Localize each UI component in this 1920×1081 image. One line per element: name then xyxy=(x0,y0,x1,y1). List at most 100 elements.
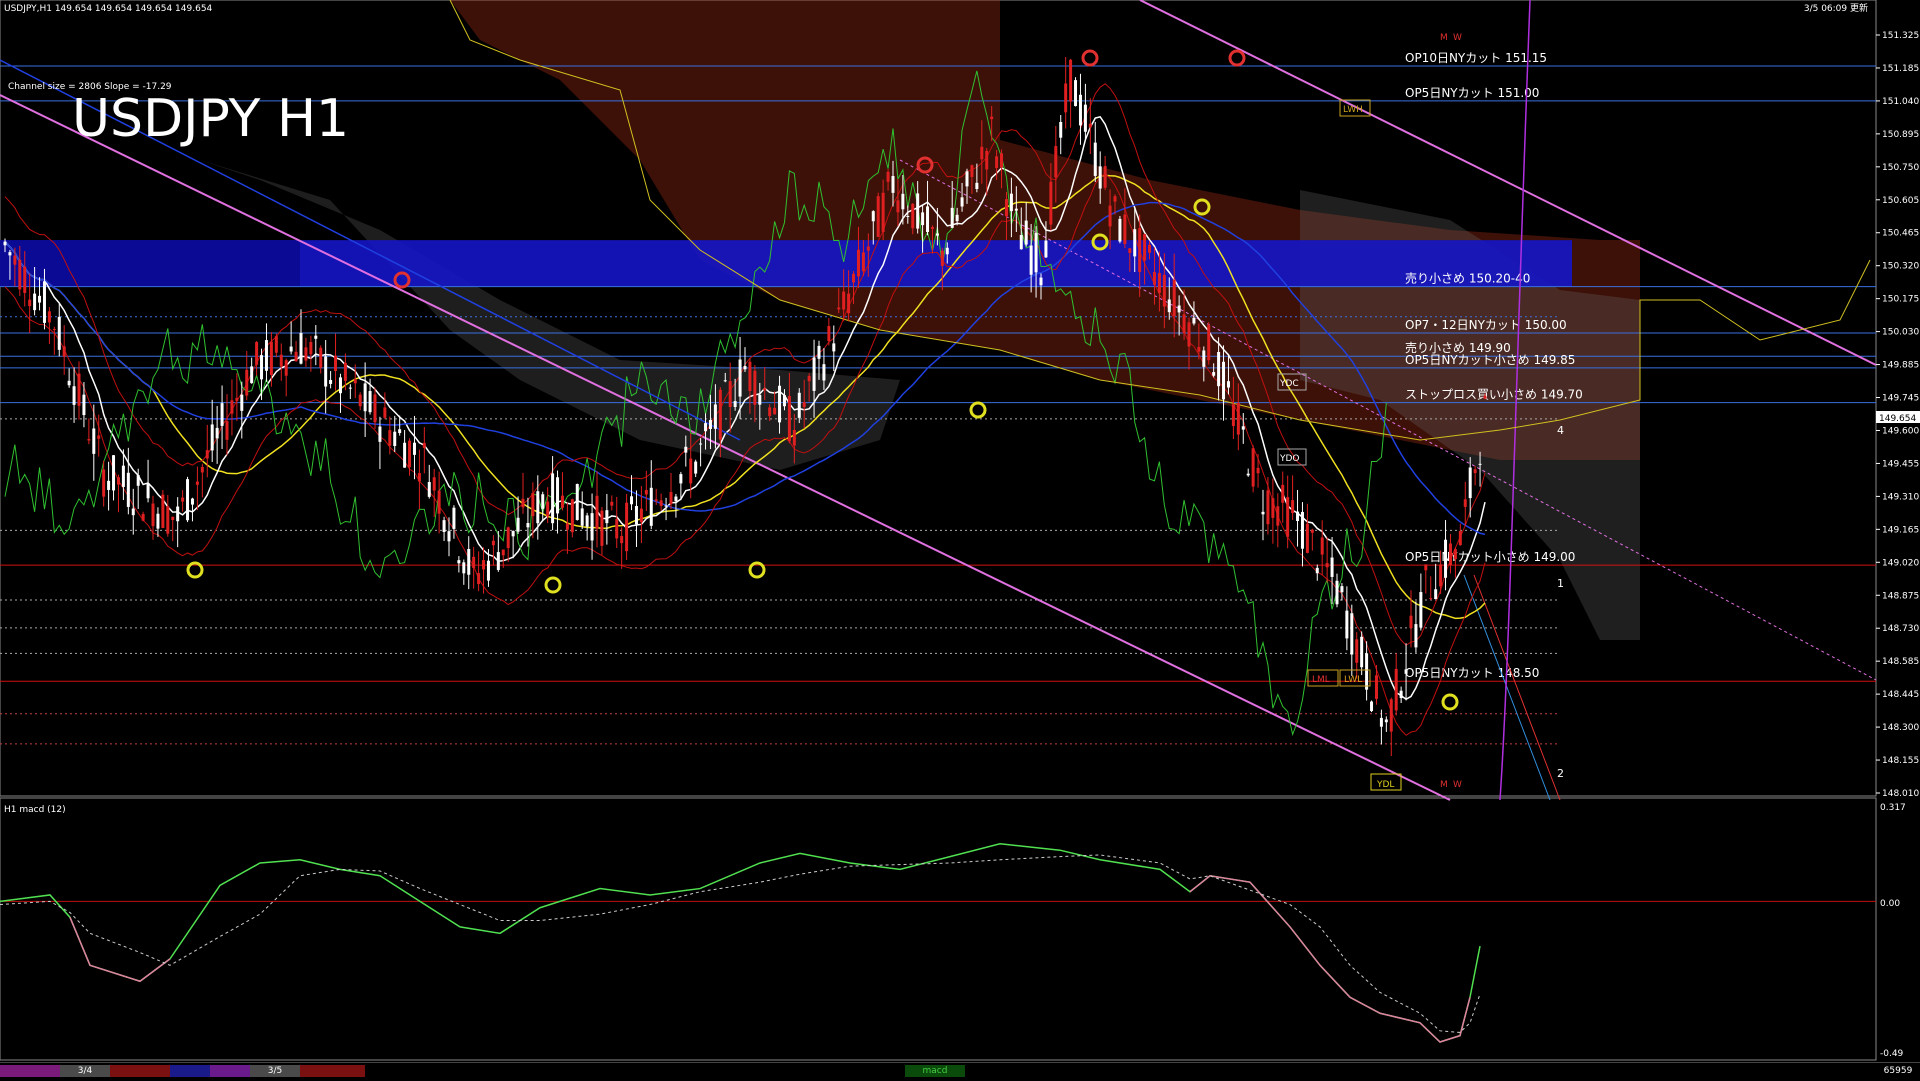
candle-body xyxy=(1212,372,1216,376)
candle-body xyxy=(1088,123,1092,128)
candle-body xyxy=(881,192,885,232)
wave-label-1: 1 xyxy=(1557,577,1564,590)
candle-body xyxy=(491,540,495,546)
candle-body xyxy=(570,499,574,533)
price-tick-label: 148.155 xyxy=(1882,756,1919,766)
candle-body xyxy=(506,527,510,549)
candle-body xyxy=(768,407,772,417)
candle-body xyxy=(47,311,51,323)
candle-body xyxy=(827,326,831,342)
price-tick-label: 149.165 xyxy=(1882,525,1919,535)
candle-body xyxy=(408,440,412,468)
candle-body xyxy=(77,373,81,406)
candle-body xyxy=(260,355,264,380)
candle-body xyxy=(856,249,860,277)
candle-body xyxy=(1113,196,1117,202)
macd-panel-frame xyxy=(0,797,1877,1061)
candle-body xyxy=(1458,531,1462,546)
indicator-tab-macd[interactable]: macd xyxy=(905,1065,965,1077)
candle-body xyxy=(1128,248,1132,253)
candle-body xyxy=(1059,122,1063,138)
candle-body xyxy=(950,207,954,228)
price-tick-label: 148.010 xyxy=(1882,789,1919,799)
bottom-bar: 3/4 3/5 macd 65959 xyxy=(0,1062,1920,1081)
candle-body xyxy=(1330,557,1334,577)
price-tick-label: 149.310 xyxy=(1882,492,1919,502)
candle-body xyxy=(980,146,984,160)
price-tick-label: 150.895 xyxy=(1882,130,1919,140)
candle-body xyxy=(1044,240,1048,258)
candle-body xyxy=(131,508,135,516)
period-tab-5[interactable] xyxy=(210,1065,250,1077)
candle-body xyxy=(773,407,777,415)
candle-body xyxy=(654,499,658,501)
candle-body xyxy=(733,401,737,408)
chart-window[interactable]: OP10日NYカット 151.15 OP5日NYカット 151.00 売り小さめ 1… xyxy=(0,0,1920,1081)
candle-body xyxy=(871,211,875,222)
candle-body xyxy=(18,259,22,290)
candle-body xyxy=(1310,529,1314,533)
candle-body xyxy=(1355,639,1359,663)
period-tab-date1[interactable]: 3/4 xyxy=(60,1065,110,1077)
candle-body xyxy=(526,522,530,528)
period-tab-1[interactable] xyxy=(0,1065,60,1077)
candle-body xyxy=(782,395,786,407)
candle-body xyxy=(13,255,17,265)
candle-body xyxy=(565,523,569,530)
candle-body xyxy=(556,477,560,514)
candle-body xyxy=(763,388,767,391)
candle-body xyxy=(477,573,481,585)
candle-body xyxy=(1182,314,1186,334)
candle-body xyxy=(689,458,693,484)
candle-body xyxy=(1138,228,1142,272)
candle-body xyxy=(1118,218,1122,242)
price-chart[interactable]: OP10日NYカット 151.15 OP5日NYカット 151.00 売り小さめ 1… xyxy=(0,0,1920,1062)
candle-body xyxy=(684,446,688,453)
chart-datetime: 3/5 06:09 更新 xyxy=(1804,2,1868,14)
candle-body xyxy=(1384,719,1388,723)
m-label-bottom: M xyxy=(1440,780,1448,790)
candle-body xyxy=(590,513,594,541)
candle-body xyxy=(1365,653,1369,690)
candle-body xyxy=(398,429,402,434)
period-tab-date2[interactable]: 3/5 xyxy=(250,1065,300,1077)
candle-body xyxy=(847,293,851,314)
period-tab-7[interactable] xyxy=(300,1065,365,1077)
candle-body xyxy=(970,165,974,177)
candle-body xyxy=(1399,690,1403,699)
candle-body xyxy=(1014,208,1018,211)
candle-body xyxy=(995,156,999,169)
candle-body xyxy=(8,252,12,256)
candle-body xyxy=(812,357,816,391)
candle-body xyxy=(1004,199,1008,217)
candle-body xyxy=(1340,586,1344,593)
candle-body xyxy=(250,366,254,384)
candle-body xyxy=(861,252,865,272)
macd-title: H1 macd (12) xyxy=(4,805,66,815)
candle-body xyxy=(393,431,397,446)
candle-body xyxy=(447,531,451,542)
macd-zero-label: 0.00 xyxy=(1880,899,1900,909)
candle-body xyxy=(708,419,712,429)
current-price-label: 149.654 xyxy=(1879,414,1916,424)
candle-body xyxy=(1143,234,1147,261)
candle-body xyxy=(482,560,486,570)
candle-body xyxy=(1009,193,1013,212)
candle-body xyxy=(1448,543,1452,566)
candle-body xyxy=(975,182,979,190)
candle-body xyxy=(215,427,219,439)
candle-body xyxy=(891,176,895,193)
candle-body xyxy=(1019,235,1023,250)
period-tab-3[interactable] xyxy=(110,1065,170,1077)
candle-body xyxy=(28,299,32,307)
candle-body xyxy=(615,519,619,539)
period-tab-4[interactable] xyxy=(170,1065,210,1077)
candle-body xyxy=(886,171,890,182)
candle-body xyxy=(146,483,150,499)
candle-body xyxy=(383,407,387,418)
candle-body xyxy=(916,193,920,229)
candle-body xyxy=(1152,272,1156,285)
price-tick-label: 150.605 xyxy=(1882,196,1919,206)
candle-body xyxy=(985,150,989,170)
candle-body xyxy=(659,500,663,506)
